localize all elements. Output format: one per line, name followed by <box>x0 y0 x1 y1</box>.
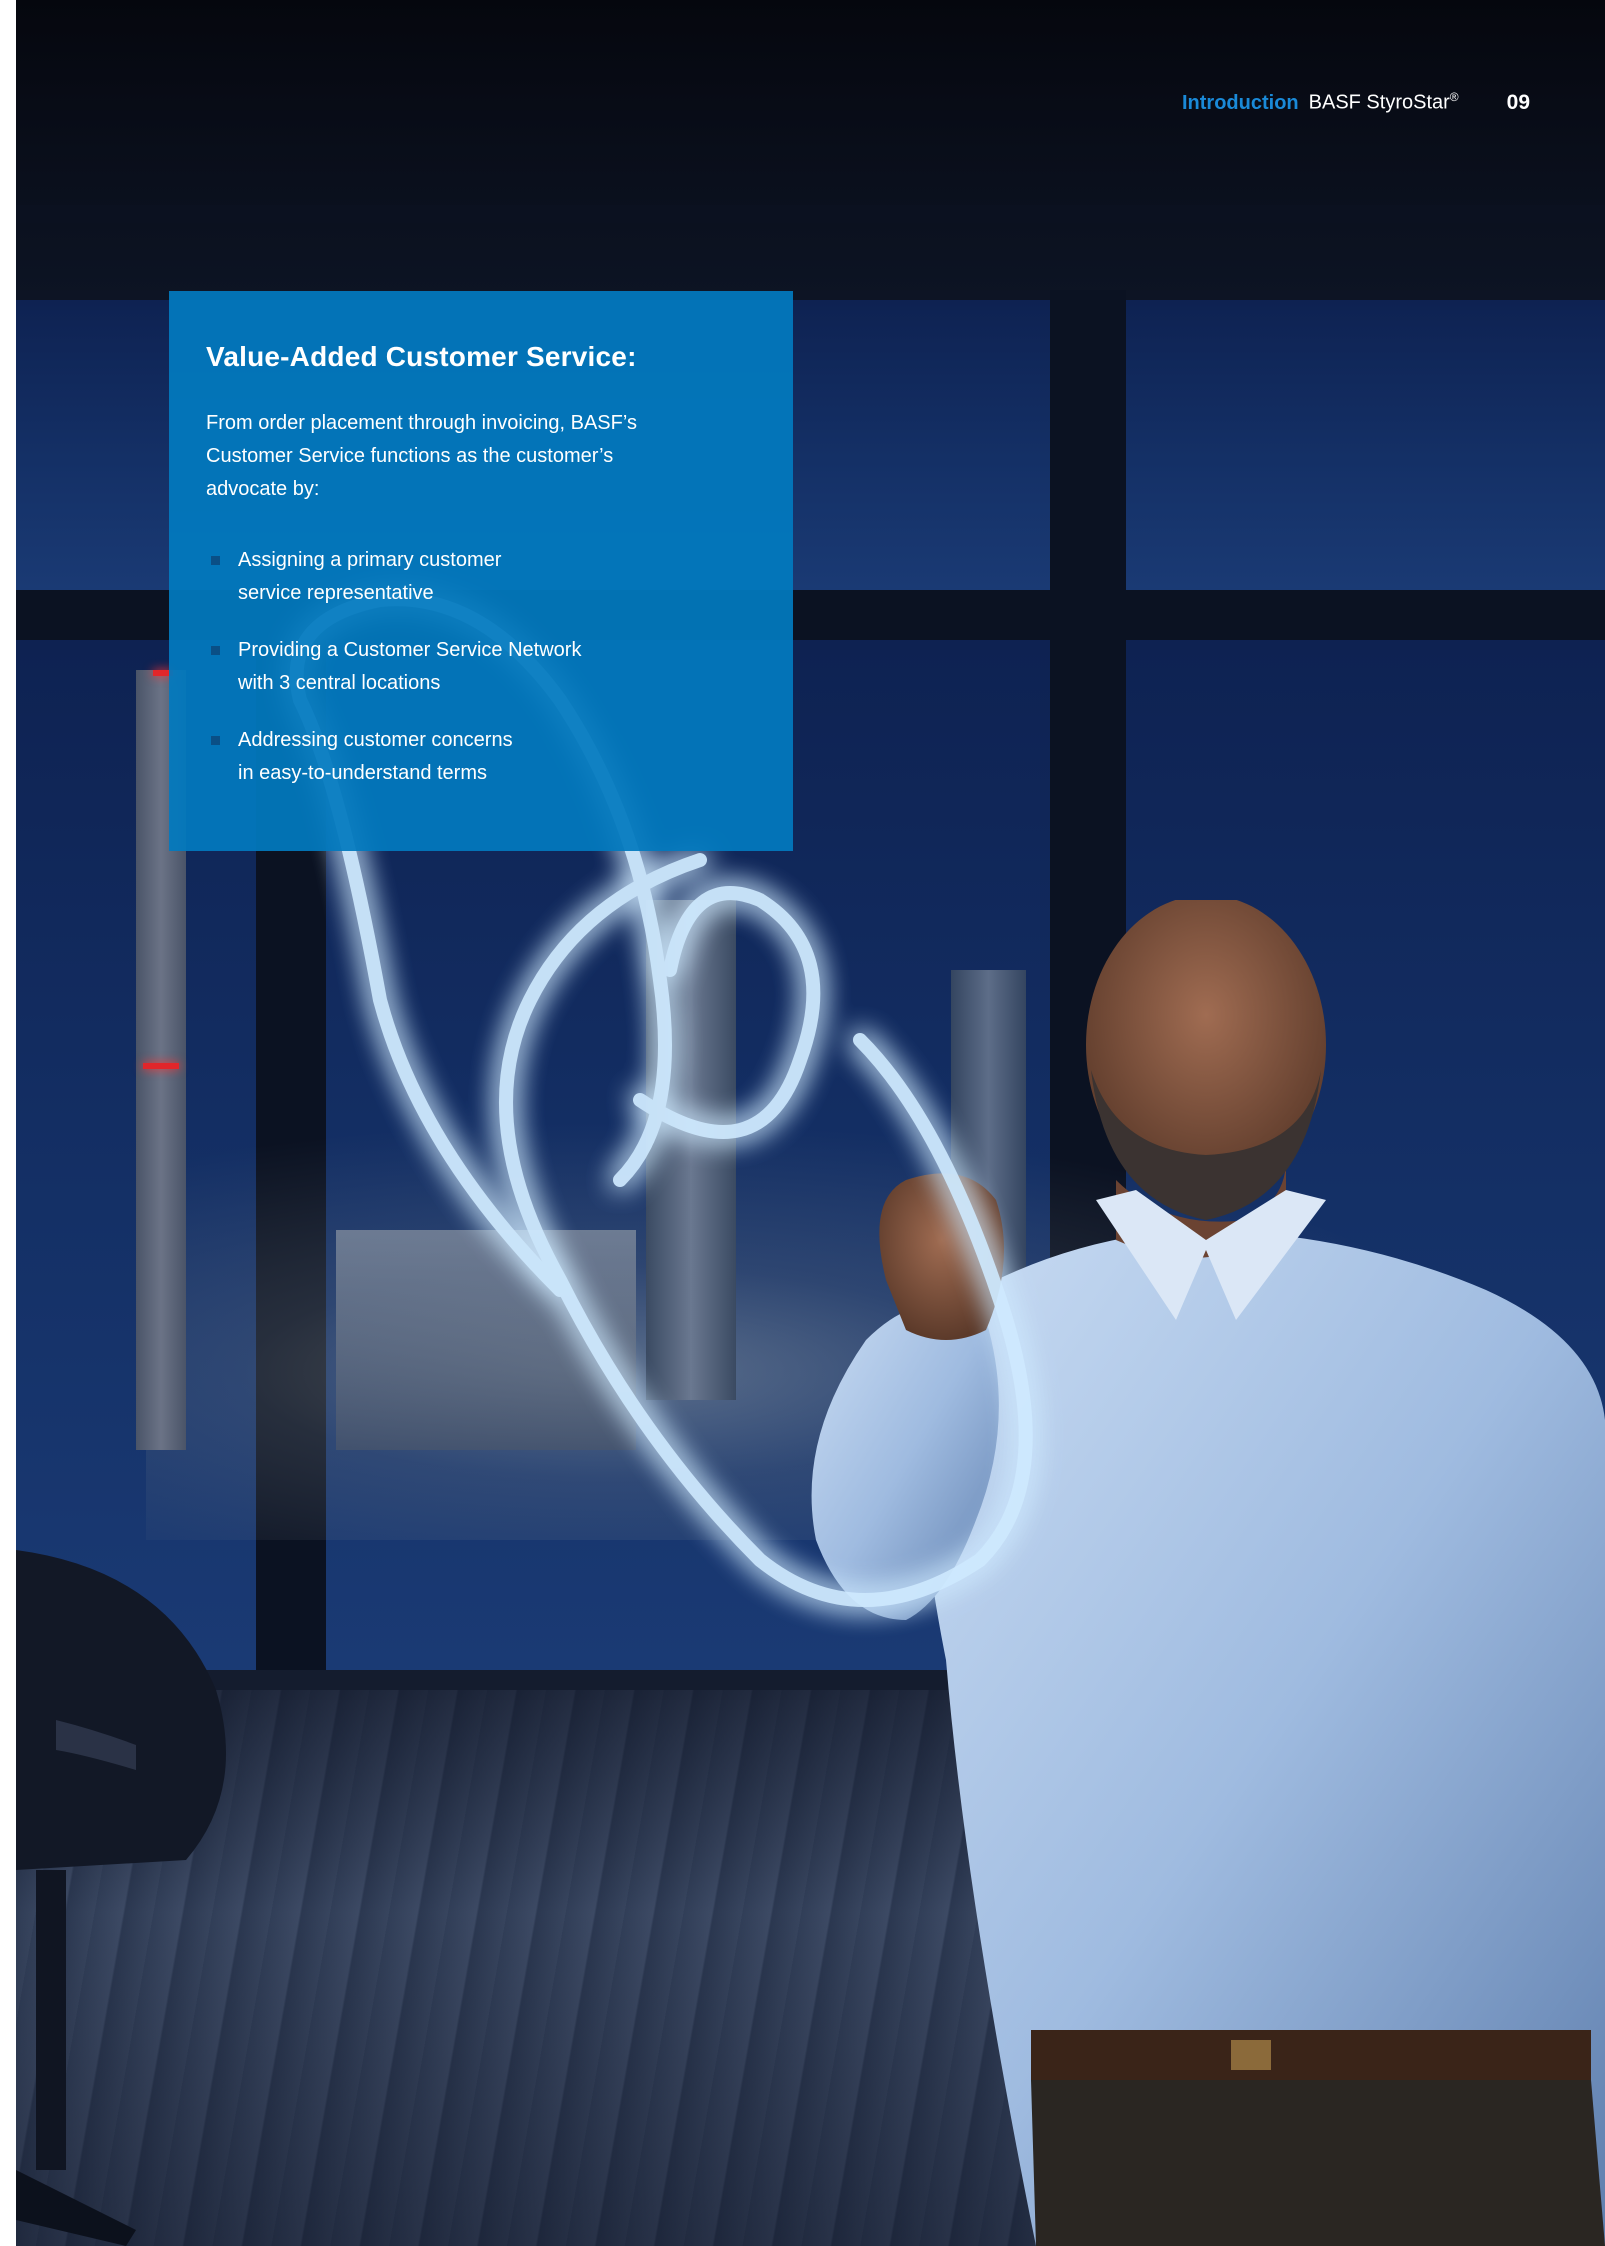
refinery-tower <box>646 900 736 1400</box>
list-item: Assigning a primary customer service rep… <box>206 544 755 610</box>
card-title: Value-Added Customer Service: <box>206 341 637 372</box>
list-item-line: Addressing customer concerns <box>238 729 513 751</box>
square-bullet-icon <box>211 646 220 655</box>
intro-line: Customer Service functions as the custom… <box>206 445 614 467</box>
header-publication-title: BASF StyroStar® <box>1309 90 1459 115</box>
list-item-line: Assigning a primary customer <box>238 549 502 571</box>
customer-service-card: Value-Added Customer Service: From order… <box>169 291 793 851</box>
list-item-line: in easy-to-understand terms <box>238 762 488 784</box>
service-list: Assigning a primary customer service rep… <box>206 544 755 790</box>
office-chair <box>16 1550 226 2246</box>
list-item-line: service representative <box>238 582 434 604</box>
publication-name: BASF StyroStar <box>1308 91 1450 114</box>
ceiling-beam <box>16 205 1605 223</box>
page-number: 09 <box>1506 90 1530 114</box>
intro-line: From order placement through invoicing, … <box>206 412 637 434</box>
window-pane <box>1126 300 1605 590</box>
square-bullet-icon <box>211 736 220 745</box>
chimney-light <box>143 1063 179 1069</box>
list-item: Providing a Customer Service Network wit… <box>206 634 755 700</box>
list-item: Addressing customer concerns in easy-to-… <box>206 724 755 790</box>
list-item-line: Providing a Customer Service Network <box>238 639 582 661</box>
registered-mark: ® <box>1449 90 1459 104</box>
intro-line: advocate by: <box>206 478 320 500</box>
refinery-building <box>336 1230 636 1450</box>
ceiling <box>16 0 1605 300</box>
customer-service-person <box>811 900 1605 2246</box>
running-header: Introduction BASF StyroStar® 09 <box>1182 90 1530 120</box>
card-intro: From order placement through invoicing, … <box>206 407 736 506</box>
list-item-line: with 3 central locations <box>238 672 441 694</box>
header-section-label: Introduction <box>1182 91 1299 114</box>
square-bullet-icon <box>211 556 220 565</box>
